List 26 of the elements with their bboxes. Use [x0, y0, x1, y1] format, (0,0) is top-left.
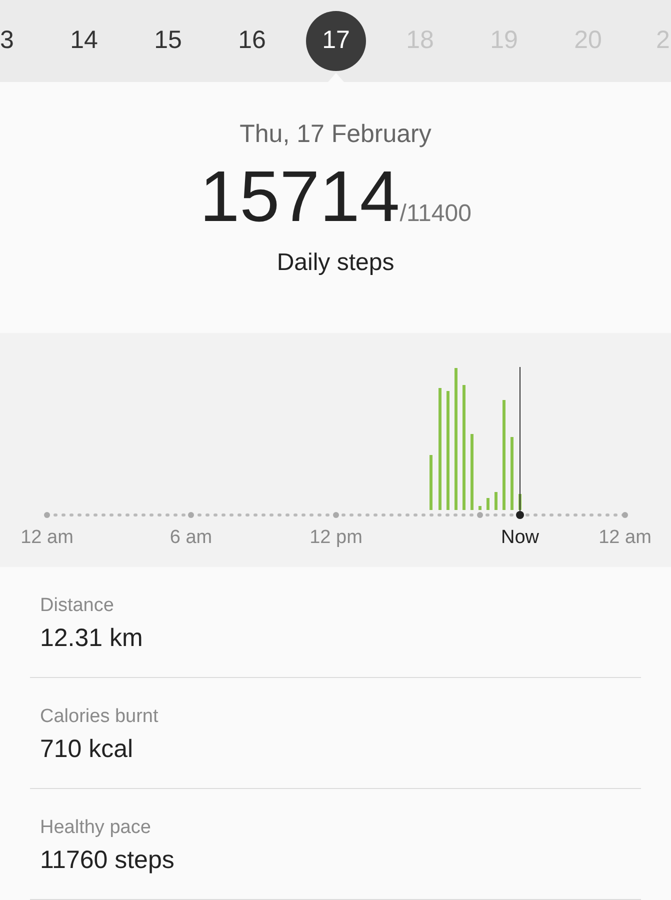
- step-bar: [494, 492, 498, 510]
- date-button[interactable]: 14: [70, 11, 98, 71]
- date-button[interactable]: 16: [238, 11, 266, 71]
- axis-label: Now: [501, 526, 539, 550]
- axis-label: 12 am: [598, 526, 652, 550]
- date-button[interactable]: 15: [154, 11, 182, 71]
- axis-label: 12 pm: [310, 526, 362, 550]
- step-count: 15714: [200, 157, 400, 237]
- steps-label: Daily steps: [276, 248, 394, 278]
- date-title: Thu, 17 February: [240, 119, 432, 149]
- stat-label: Calories burnt: [40, 706, 160, 728]
- stat-value: 11760 steps: [40, 845, 176, 875]
- step-goal: /11400: [400, 199, 472, 229]
- stat-label: Distance: [40, 595, 115, 617]
- axis-label: 12 am: [20, 526, 74, 550]
- date-button[interactable]: 17: [306, 11, 366, 71]
- step-bar: [430, 455, 432, 510]
- stat-value: 710 kcal: [40, 734, 134, 764]
- step-bar: [486, 498, 490, 510]
- axis-label: 6 am: [170, 526, 212, 550]
- date-button[interactable]: 3: [0, 11, 14, 71]
- now-marker: [516, 511, 524, 519]
- stat-value: 12.31 km: [40, 623, 144, 653]
- step-bar: [478, 506, 482, 510]
- step-bar: [518, 494, 522, 510]
- stat-label: Healthy pace: [40, 817, 152, 839]
